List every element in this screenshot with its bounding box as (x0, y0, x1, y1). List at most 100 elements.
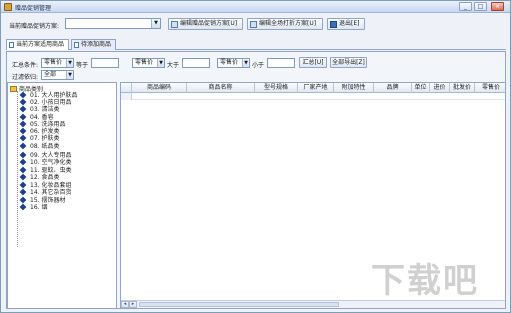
category-icon (19, 91, 27, 99)
column-header[interactable]: 品牌 (374, 83, 412, 93)
tree-item[interactable]: 08. 纸品类 (19, 142, 60, 150)
tree-item[interactable]: 16. 烟 (19, 203, 48, 211)
grid-corner (121, 83, 132, 93)
tree-item[interactable]: 07. 护肤类 (19, 134, 60, 142)
exit-label: 退出[E] (339, 20, 360, 27)
main-window: 赠品促销管理 _ □ × 当前赠品促销方案: ▼ 编辑赠品促销方案[U] 编辑全… (0, 0, 511, 313)
filter-value: 全部 (44, 71, 57, 78)
edit-promo-scheme-label: 编辑赠品促销方案[U] (180, 20, 238, 27)
filter-label: 过滤依归: (12, 74, 39, 81)
tree-item-label: 13. 化妆品套组 (30, 182, 72, 189)
column-header[interactable]: 单位 (412, 83, 430, 93)
edit-icon (171, 21, 178, 28)
edit-discount-scheme-button[interactable]: 编辑全场打折方案[U] (247, 18, 323, 30)
minimize-button[interactable]: _ (459, 2, 472, 11)
column-header[interactable]: 零售价 (475, 83, 505, 93)
field3-select[interactable]: 零售价 ▼ (217, 58, 250, 68)
category-icon (19, 196, 27, 204)
tree-item-label: 12. 食品类 (30, 174, 60, 181)
exit-button[interactable]: 退出[E] (327, 18, 365, 30)
title-bar: 赠品促销管理 _ □ × (1, 1, 510, 13)
chevron-down-icon[interactable]: ▼ (66, 59, 73, 67)
field1-select[interactable]: 零售价 ▼ (41, 58, 74, 68)
tree-item[interactable]: 13. 化妆品套组 (19, 181, 72, 189)
category-icon (19, 151, 27, 159)
tree-item-label: 01. 大人用护肤品 (30, 92, 78, 99)
scheme-select[interactable]: ▼ (65, 18, 161, 29)
column-header[interactable]: 进价 (430, 83, 450, 93)
tree-item[interactable]: 01. 大人用护肤品 (19, 91, 78, 99)
tree-item[interactable]: 15. 摆饰器材 (19, 196, 66, 204)
column-header[interactable]: 商品编码 (132, 83, 187, 93)
summary-condition-label: 汇总条件: (12, 62, 39, 69)
field1-value: 零售价 (44, 59, 63, 66)
category-icon (19, 98, 27, 106)
tab-current-products[interactable]: 当前方案适用商品 (6, 39, 69, 50)
chevron-down-icon[interactable]: ▼ (242, 59, 249, 67)
chevron-down-icon[interactable]: ▼ (157, 59, 164, 67)
equals-input[interactable] (91, 58, 119, 68)
tab-pending-products[interactable]: 待添加商品 (71, 39, 116, 50)
category-icon (19, 142, 27, 150)
field3-value: 零售价 (220, 59, 239, 66)
table-row[interactable] (121, 93, 505, 100)
column-header[interactable]: 商品名称 (187, 83, 255, 93)
edit-discount-scheme-label: 编辑全场打折方案[U] (259, 20, 317, 27)
tree-item[interactable]: 05. 洗涤用品 (19, 120, 65, 128)
greater-than-input[interactable] (182, 58, 210, 68)
tree-item[interactable]: 12. 食品类 (19, 173, 60, 181)
tab-label: 待添加商品 (81, 41, 112, 48)
tree-connector (17, 91, 18, 247)
edit-promo-scheme-button[interactable]: 编辑赠品促销方案[U] (168, 18, 243, 30)
scheme-label: 当前赠品促销方案: (9, 23, 60, 30)
field2-value: 零售价 (135, 59, 154, 66)
column-header[interactable]: 附加特性 (334, 83, 374, 93)
window-title: 赠品促销管理 (15, 5, 52, 12)
watermark-logo: 下载吧 (371, 261, 479, 301)
tree-item-label: 02. 小孩日用品 (30, 99, 72, 106)
less-than-label: 小于 (252, 62, 265, 69)
tree-item[interactable]: 03. 清洁类 (19, 105, 59, 113)
column-header[interactable]: 型号规格 (255, 83, 298, 93)
tree-item[interactable]: 09. 大人专用品 (19, 151, 71, 159)
tree-item[interactable]: 04. 香皂 (19, 113, 53, 121)
category-icon (19, 105, 27, 113)
tree-item[interactable]: 06. 护发类 (19, 127, 59, 135)
scroll-left-icon[interactable]: ◂ (121, 301, 129, 308)
category-icon (19, 173, 27, 181)
scroll-right-icon[interactable]: ▸ (129, 301, 137, 308)
less-than-input[interactable] (267, 58, 295, 68)
tab-bar: 当前方案适用商品 待添加商品 (6, 39, 506, 50)
row-selector[interactable] (121, 93, 132, 100)
tree-item-label: 07. 护肤类 (30, 135, 60, 142)
tree-item[interactable]: 11. 驱蚊、虫类 (19, 166, 72, 174)
tree-item-label: 15. 摆饰器材 (30, 197, 66, 204)
exit-icon (330, 21, 337, 28)
folder-icon (10, 86, 17, 92)
column-header[interactable]: 厂家产地 (298, 83, 334, 93)
maximize-button[interactable]: □ (474, 2, 487, 11)
greater-than-label: 大于 (167, 62, 180, 69)
close-button[interactable]: × (491, 2, 504, 11)
chevron-down-icon[interactable]: ▼ (66, 71, 73, 79)
tree-item[interactable]: 02. 小孩日用品 (19, 98, 72, 106)
chevron-down-icon[interactable]: ▼ (151, 19, 160, 28)
tree-item-label: 16. 烟 (30, 204, 48, 211)
category-icon (19, 188, 27, 196)
tree-item[interactable]: 14. 其它杂百货 (19, 188, 72, 196)
tree-item-label: 11. 驱蚊、虫类 (30, 167, 72, 174)
column-header[interactable]: 批发价 (450, 83, 475, 93)
app-icon (4, 3, 12, 11)
tree-item[interactable]: 10. 空气净化类 (19, 158, 72, 166)
category-icon (19, 127, 27, 135)
tree-item-label: 10. 空气净化类 (30, 159, 72, 166)
tree-item-label: 14. 其它杂百货 (30, 189, 72, 196)
export-all-button[interactable]: 全部导出[Z] (330, 57, 367, 68)
filter-select[interactable]: 全部 ▼ (41, 70, 74, 80)
field2-select[interactable]: 零售价 ▼ (132, 58, 165, 68)
category-icon (19, 120, 27, 128)
scroll-thumb[interactable] (139, 302, 339, 307)
grid-header: 商品编码 商品名称 型号规格 厂家产地 附加特性 品牌 单位 进价 批发价 零售… (121, 83, 505, 93)
summary-button[interactable]: 汇总[U] (299, 57, 327, 68)
tree-item-label: 08. 纸品类 (30, 143, 60, 150)
